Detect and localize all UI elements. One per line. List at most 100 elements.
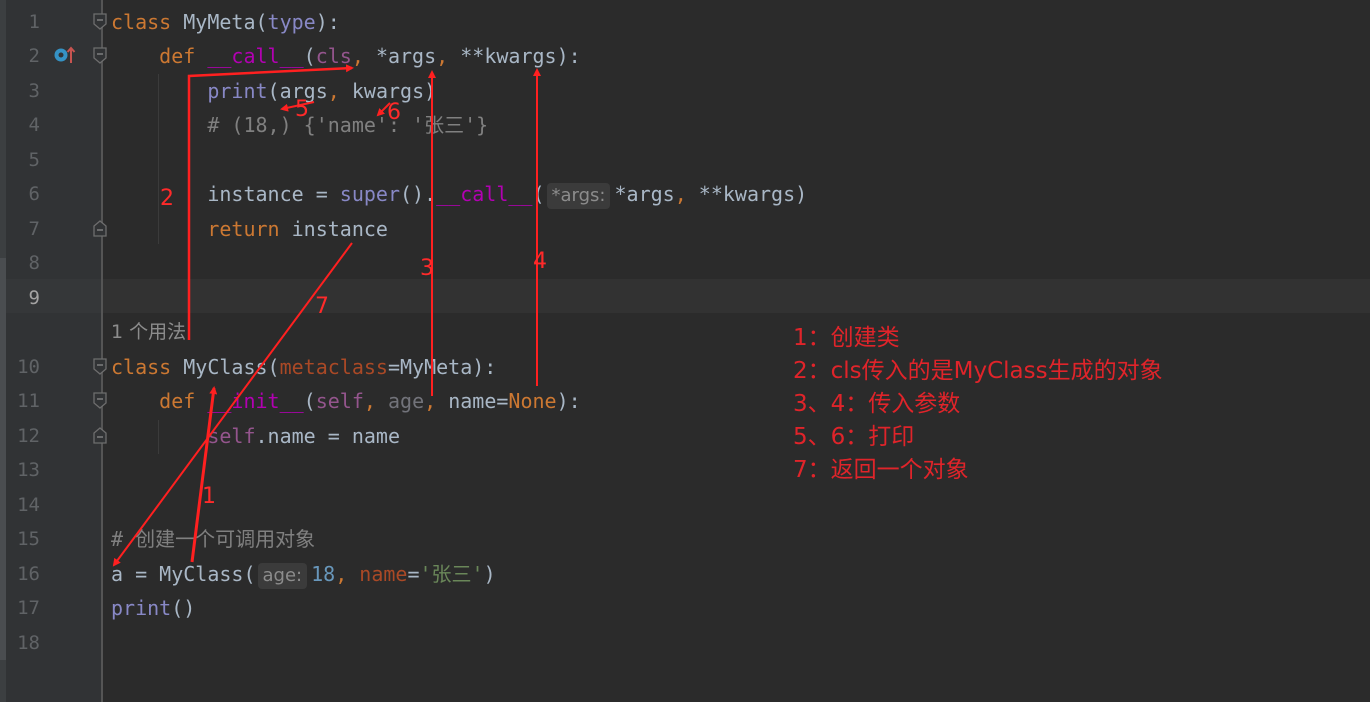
code-token: __call__ <box>207 44 304 68</box>
fold-collapse-icon[interactable] <box>93 13 107 30</box>
code-token: instance <box>291 217 388 241</box>
code-line[interactable]: return instance <box>111 212 388 246</box>
code-token: cls <box>315 44 352 68</box>
line-number[interactable]: 14 <box>0 488 40 522</box>
code-token: = <box>407 562 420 586</box>
annotation-marker-5: 5 <box>295 97 309 122</box>
code-token: *args <box>614 182 675 206</box>
annotation-marker-4: 4 <box>533 249 547 274</box>
code-token: MyClass <box>183 355 268 379</box>
line-number[interactable]: 9 <box>0 281 40 315</box>
code-token: age <box>387 389 425 413</box>
legend-item: 5、6：打印 <box>793 424 915 450</box>
line-number[interactable]: 4 <box>0 108 40 142</box>
code-token: class <box>111 10 184 34</box>
code-token: **kwargs): <box>460 44 581 68</box>
code-token: .name = name <box>255 424 401 448</box>
code-token: ( <box>532 182 545 206</box>
line-number[interactable]: 8 <box>0 246 40 280</box>
code-token: , <box>327 79 352 103</box>
line-number[interactable]: 12 <box>0 419 40 453</box>
line-number[interactable]: 1 <box>0 5 40 39</box>
code-token: print <box>207 79 268 103</box>
legend-item: 2：cls传入的是MyClass生成的对象 <box>793 358 1163 384</box>
code-token: (). <box>400 182 437 206</box>
code-token: super <box>339 182 400 206</box>
code-token: ): <box>315 10 340 34</box>
code-token: '张三' <box>419 562 484 586</box>
code-token: 18 <box>311 562 336 586</box>
code-token: return <box>207 217 292 241</box>
fold-end-icon[interactable] <box>93 220 107 237</box>
indent-guide <box>158 420 159 454</box>
code-token: ( <box>303 44 316 68</box>
code-token: __call__ <box>436 182 533 206</box>
fold-collapse-icon[interactable] <box>93 47 107 64</box>
code-token: name= <box>448 389 509 413</box>
override-gutter-icon[interactable] <box>54 45 78 65</box>
code-token: class <box>111 355 184 379</box>
code-line[interactable]: class MyMeta(type): <box>111 5 340 39</box>
legend-item: 3、4：传入参数 <box>793 391 961 417</box>
legend-item: 1：创建类 <box>793 325 900 351</box>
annotation-legend: 1：创建类 2：cls传入的是MyClass生成的对象 3、4：传入参数 5、6… <box>793 322 1163 487</box>
code-token: self <box>207 424 256 448</box>
code-token: name <box>359 562 408 586</box>
usage-inlay-hint[interactable]: 1 个用法 <box>111 315 186 349</box>
line-number[interactable]: 5 <box>0 143 40 177</box>
code-token: =MyMeta): <box>387 355 497 379</box>
line-number[interactable]: 16 <box>0 557 40 591</box>
code-token: *args <box>375 44 437 68</box>
code-line[interactable]: print() <box>111 591 195 625</box>
line-number[interactable]: 7 <box>0 212 40 246</box>
line-number[interactable]: 13 <box>0 453 40 487</box>
code-token: , <box>424 389 449 413</box>
annotation-marker-2: 2 <box>160 186 174 211</box>
fold-end-icon[interactable] <box>93 427 107 444</box>
current-line-highlight <box>103 279 1370 313</box>
code-token: , <box>351 44 376 68</box>
code-line[interactable]: def __init__(self, age, name=None): <box>111 384 581 418</box>
code-token: ) <box>483 562 496 586</box>
code-token: ( <box>303 389 316 413</box>
indent-guide <box>158 74 159 244</box>
line-number[interactable]: 10 <box>0 350 40 384</box>
annotation-marker-7: 7 <box>315 294 329 319</box>
line-number[interactable]: 3 <box>0 74 40 108</box>
code-token: , <box>335 562 360 586</box>
code-line[interactable]: # 创建一个可调用对象 <box>111 522 315 556</box>
code-token: ( <box>267 355 280 379</box>
line-number[interactable]: 15 <box>0 522 40 556</box>
annotation-marker-1: 1 <box>202 484 216 509</box>
fold-collapse-icon[interactable] <box>93 392 107 409</box>
code-line[interactable]: def __call__(cls, *args, **kwargs): <box>111 39 581 73</box>
code-line[interactable]: a = MyClass(age: 18, name='张三') <box>111 557 496 591</box>
parameter-hint: age: <box>257 563 308 589</box>
code-token: metaclass <box>279 355 388 379</box>
code-token: # (18,) {'name': '张三'} <box>207 113 489 137</box>
code-token: __init__ <box>207 389 304 413</box>
fold-collapse-icon[interactable] <box>93 358 107 375</box>
code-token: self <box>315 389 364 413</box>
code-token: type <box>267 10 316 34</box>
annotation-marker-6: 6 <box>387 100 401 125</box>
line-number[interactable]: 18 <box>0 626 40 660</box>
line-number[interactable]: 11 <box>0 384 40 418</box>
line-number[interactable]: 17 <box>0 591 40 625</box>
code-line[interactable]: self.name = name <box>111 419 400 453</box>
code-line[interactable]: instance = super().__call__(*args: *args,… <box>111 177 807 211</box>
line-number[interactable]: 2 <box>0 39 40 73</box>
code-token: , <box>436 44 461 68</box>
code-token: print <box>111 596 172 620</box>
line-number[interactable]: 6 <box>0 177 40 211</box>
code-token: def <box>159 389 208 413</box>
parameter-hint: *args: <box>546 183 611 209</box>
code-token: **kwargs) <box>698 182 808 206</box>
code-line[interactable]: class MyClass(metaclass=MyMeta): <box>111 350 496 384</box>
code-token: # 创建一个可调用对象 <box>111 527 316 551</box>
